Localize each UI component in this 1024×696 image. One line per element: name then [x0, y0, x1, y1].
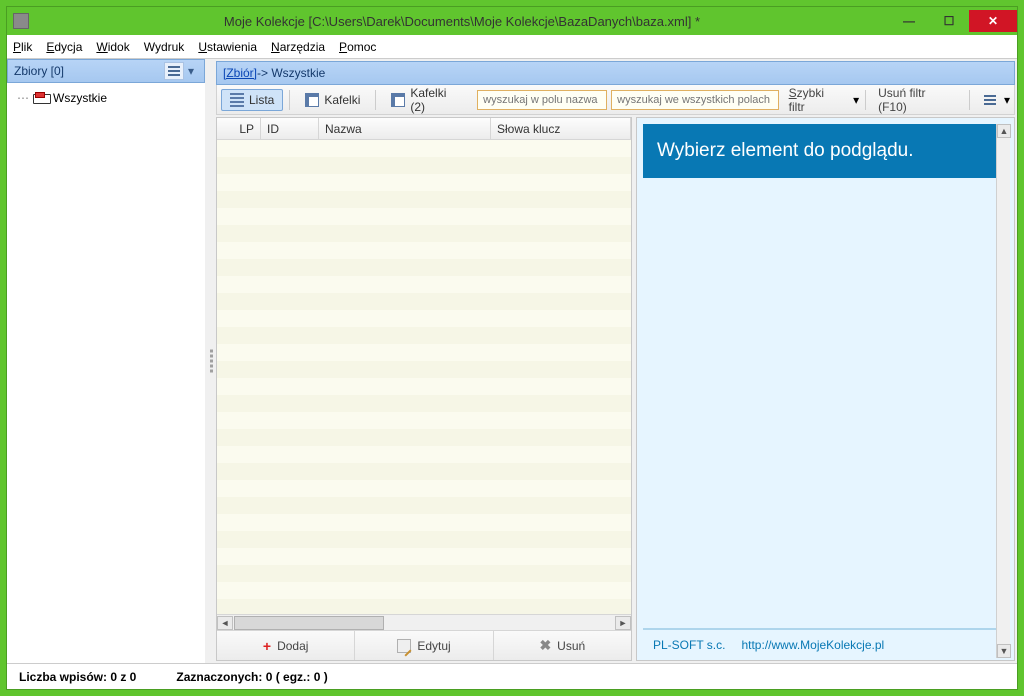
add-button[interactable]: + Dodaj	[217, 631, 355, 660]
column-nazwa[interactable]: Nazwa	[319, 118, 491, 139]
menu-widok[interactable]: Widok	[96, 40, 129, 54]
window-title: Moje Kolekcje [C:\Users\Darek\Documents\…	[35, 14, 889, 29]
edit-button[interactable]: Edytuj	[355, 631, 493, 660]
status-selected: Zaznaczonych: 0 ( egz.: 0 )	[176, 670, 327, 684]
sidebar-header: Zbiory [0] ▾	[7, 59, 205, 83]
list-action-bar: + Dodaj Edytuj ✖ Usuń	[217, 630, 631, 660]
preview-message: Wybierz element do podglądu.	[643, 124, 996, 178]
toolbar-menu-button[interactable]	[980, 91, 1000, 109]
menu-bar: Plik Edycja Widok Wydruk Ustawienia Narz…	[7, 35, 1017, 59]
menu-plik[interactable]: Plik	[13, 40, 32, 54]
column-slowa[interactable]: Słowa klucz	[491, 118, 631, 139]
menu-pomoc[interactable]: Pomoc	[339, 40, 376, 54]
status-bar: Liczba wpisów: 0 z 0 Zaznaczonych: 0 ( e…	[7, 663, 1017, 689]
title-bar: Moje Kolekcje [C:\Users\Darek\Documents\…	[7, 7, 1017, 35]
scroll-left-icon[interactable]: ◄	[217, 616, 233, 630]
search-all-input[interactable]	[611, 90, 778, 110]
clear-filter-button[interactable]: Usuń filtr (F10)	[872, 86, 963, 114]
column-id[interactable]: ID	[261, 118, 319, 139]
status-count: Liczba wpisów: 0 z 0	[19, 670, 136, 684]
main-panel: [Zbiór] -> Wszystkie Lista Kafelki Kafel…	[214, 59, 1017, 663]
maximize-button[interactable]: ☐	[929, 10, 969, 32]
menu-ustawienia[interactable]: Ustawienia	[198, 40, 257, 54]
delete-button[interactable]: ✖ Usuń	[494, 631, 631, 660]
tile2-icon	[391, 93, 405, 107]
tree-item-label: Wszystkie	[53, 91, 107, 105]
quick-filter-dropdown-icon[interactable]: ▾	[853, 93, 859, 107]
tile-icon	[305, 93, 319, 107]
list-rows[interactable]	[217, 140, 631, 614]
collection-icon	[33, 92, 49, 104]
edit-icon	[397, 639, 411, 653]
breadcrumb-suffix: -> Wszystkie	[257, 66, 325, 80]
breadcrumb-bar: [Zbiór] -> Wszystkie	[216, 61, 1015, 85]
plus-icon: +	[263, 638, 271, 654]
preview-panel: Wybierz element do podglądu. PL-SOFT s.c…	[636, 117, 1015, 661]
toolbar: Lista Kafelki Kafelki (2) Szybki filtr ▾	[216, 85, 1015, 115]
tree: ⋯ Wszystkie	[7, 83, 205, 663]
app-icon	[13, 13, 29, 29]
tree-item-wszystkie[interactable]: ⋯ Wszystkie	[11, 89, 201, 107]
column-lp[interactable]: LP	[217, 118, 261, 139]
search-name-input[interactable]	[477, 90, 607, 110]
scroll-down-icon[interactable]: ▼	[997, 644, 1011, 658]
cross-icon: ✖	[539, 637, 551, 654]
breadcrumb-link[interactable]: [Zbiór]	[223, 66, 257, 80]
sidebar-header-label: Zbiory [0]	[14, 64, 160, 78]
sidebar: Zbiory [0] ▾ ⋯ Wszystkie	[7, 59, 209, 663]
preview-body	[643, 178, 996, 628]
view-kafelki2-button[interactable]: Kafelki (2)	[382, 89, 473, 111]
list-header: LP ID Nazwa Słowa klucz	[217, 118, 631, 140]
view-lista-button[interactable]: Lista	[221, 89, 283, 111]
close-button[interactable]: ✕	[969, 10, 1017, 32]
view-kafelki-button[interactable]: Kafelki	[296, 89, 369, 111]
vertical-splitter[interactable]	[209, 59, 214, 663]
quick-filter-button[interactable]: Szybki filtr	[783, 86, 849, 114]
preview-divider	[643, 628, 996, 630]
preview-footer: PL-SOFT s.c. http://www.MojeKolekcje.pl	[643, 634, 996, 658]
scroll-right-icon[interactable]: ►	[615, 616, 631, 630]
menu-wydruk[interactable]: Wydruk	[144, 40, 185, 54]
minimize-button[interactable]: —	[889, 10, 929, 32]
vertical-scrollbar[interactable]: ▲ ▼	[996, 124, 1010, 658]
sidebar-menu-button[interactable]	[164, 62, 184, 80]
list-icon	[230, 93, 244, 107]
horizontal-scrollbar[interactable]: ◄ ►	[217, 614, 631, 630]
menu-narzedzia[interactable]: Narzędzia	[271, 40, 325, 54]
scroll-thumb[interactable]	[234, 616, 384, 630]
list-panel: LP ID Nazwa Słowa klucz ◄ ► +	[216, 117, 632, 661]
company-label: PL-SOFT s.c.	[653, 638, 725, 652]
toolbar-dropdown-icon[interactable]: ▾	[1004, 93, 1010, 107]
sidebar-dropdown-icon[interactable]: ▾	[184, 62, 198, 80]
menu-edycja[interactable]: Edycja	[46, 40, 82, 54]
website-link[interactable]: http://www.MojeKolekcje.pl	[741, 638, 884, 652]
scroll-up-icon[interactable]: ▲	[997, 124, 1011, 138]
